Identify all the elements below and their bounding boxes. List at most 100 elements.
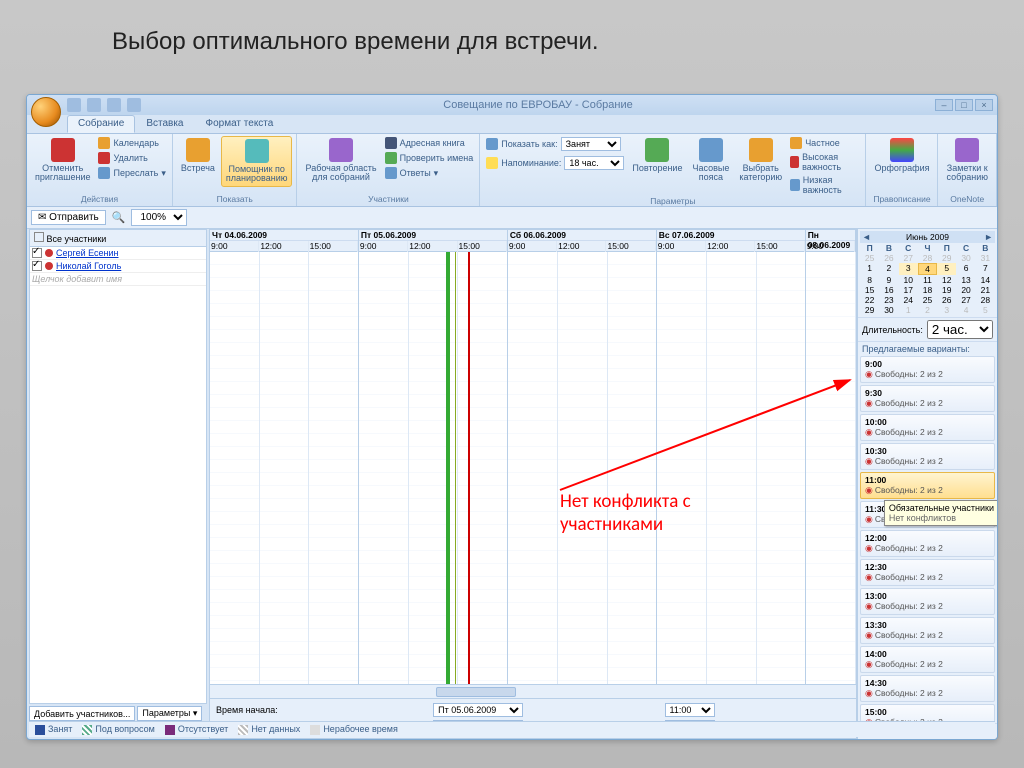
time-slot[interactable]: 12:00◉Свободны: 2 из 2 (860, 530, 995, 557)
calendar-day[interactable]: 30 (879, 305, 898, 315)
meeting-workspace-button[interactable]: Рабочая область для собраний (301, 136, 380, 185)
calendar-day[interactable]: 2 (879, 263, 898, 275)
calendar-day[interactable]: 16 (879, 285, 898, 295)
time-slot[interactable]: 11:00◉Свободны: 2 из 2 (860, 472, 995, 499)
forward-button[interactable]: Переслать ▾ (96, 166, 167, 180)
calendar-day[interactable]: 7 (976, 263, 995, 275)
time-slot[interactable]: 9:30◉Свободны: 2 из 2 (860, 385, 995, 412)
start-time-select[interactable]: 11:00 (665, 703, 715, 717)
time-slot[interactable]: 10:30◉Свободны: 2 из 2 (860, 443, 995, 470)
calendar-day[interactable]: 1 (899, 305, 918, 315)
tab-format-text[interactable]: Формат текста (194, 115, 284, 133)
duration-select[interactable]: 2 час. (927, 320, 993, 339)
show-as-select[interactable]: Занят (561, 137, 621, 151)
add-participants-button[interactable]: Добавить участников... (29, 706, 135, 721)
calendar-day[interactable]: 25 (918, 295, 937, 305)
quick-access-toolbar[interactable] (67, 98, 141, 112)
options-button[interactable]: Параметры ▾ (137, 706, 202, 721)
calendar-day[interactable]: 24 (899, 295, 918, 305)
low-importance-button[interactable]: Низкая важность (788, 174, 861, 196)
calendar-day[interactable]: 15 (860, 285, 879, 295)
onenote-button[interactable]: Заметки к собранию (942, 136, 992, 185)
calendar-day[interactable]: 30 (956, 253, 975, 263)
tab-meeting[interactable]: Собрание (67, 115, 135, 133)
calendar-day[interactable]: 14 (976, 275, 995, 285)
time-slot[interactable]: 9:00◉Свободны: 2 из 2 (860, 356, 995, 383)
calendar-day[interactable]: 8 (860, 275, 879, 285)
calendar-day[interactable]: 18 (918, 285, 937, 295)
categorize-button[interactable]: Выбрать категорию (735, 136, 786, 185)
recurrence-button[interactable]: Повторение (628, 136, 686, 175)
calendar-day[interactable]: 4 (956, 305, 975, 315)
participant-row[interactable]: Николай Гоголь (30, 260, 206, 273)
calendar-day[interactable]: 26 (879, 253, 898, 263)
private-button[interactable]: Частное (788, 136, 861, 150)
calendar-day[interactable]: 11 (918, 275, 937, 285)
calendar-day[interactable]: 25 (860, 253, 879, 263)
calendar-day[interactable]: 21 (976, 285, 995, 295)
calendar-day[interactable]: 19 (937, 285, 956, 295)
calendar-day[interactable]: 28 (976, 295, 995, 305)
prev-month-icon[interactable]: ◄ (862, 232, 871, 242)
time-slot[interactable]: 14:30◉Свободны: 2 из 2 (860, 675, 995, 702)
calendar-day[interactable]: 26 (937, 295, 956, 305)
calendar-day[interactable]: 13 (956, 275, 975, 285)
start-date-select[interactable]: Пт 05.06.2009 (433, 703, 523, 717)
calendar-day[interactable]: 23 (879, 295, 898, 305)
calendar-day[interactable]: 12 (937, 275, 956, 285)
scheduling-assistant-button[interactable]: Помощник по планированию (221, 136, 293, 187)
time-slot[interactable]: 14:00◉Свободны: 2 из 2 (860, 646, 995, 673)
time-slot[interactable]: 10:00◉Свободны: 2 из 2 (860, 414, 995, 441)
calendar-day[interactable]: 5 (937, 263, 956, 275)
delete-button[interactable]: Удалить (96, 151, 167, 165)
end-marker[interactable] (468, 252, 470, 684)
calendar-day[interactable]: 31 (976, 253, 995, 263)
start-marker[interactable] (446, 252, 448, 684)
reminder-select[interactable]: 18 час. (564, 156, 624, 170)
add-name-hint[interactable]: Щелчок добавит имя (30, 273, 206, 286)
calendar-day[interactable]: 10 (899, 275, 918, 285)
next-month-icon[interactable]: ► (984, 232, 993, 242)
close-button[interactable]: × (975, 99, 993, 111)
calendar-day[interactable]: 6 (956, 263, 975, 275)
appointment-button[interactable]: Встреча (177, 136, 219, 175)
time-slot[interactable]: 12:30◉Свободны: 2 из 2 (860, 559, 995, 586)
maximize-button[interactable]: □ (955, 99, 973, 111)
calendar-day[interactable]: 27 (956, 295, 975, 305)
zoom-icon[interactable]: 🔍 (112, 211, 126, 224)
timeline-scrollbar[interactable] (210, 684, 856, 698)
timezones-button[interactable]: Часовые пояса (688, 136, 733, 185)
responses-button[interactable]: Ответы ▾ (383, 166, 476, 180)
tab-insert[interactable]: Вставка (135, 115, 194, 133)
date-navigator[interactable]: ◄Июнь 2009► ПВСЧПСВ252627282930311234567… (858, 229, 997, 317)
calendar-day[interactable]: 22 (860, 295, 879, 305)
participant-row[interactable]: Сергей Есенин (30, 247, 206, 260)
address-book-button[interactable]: Адресная книга (383, 136, 476, 150)
calendar-day[interactable]: 2 (918, 305, 937, 315)
cancel-invitation-button[interactable]: Отменить приглашение (31, 136, 94, 185)
calendar-day[interactable]: 3 (937, 305, 956, 315)
calendar-day[interactable]: 27 (899, 253, 918, 263)
time-slot[interactable]: 13:00◉Свободны: 2 из 2 (860, 588, 995, 615)
spelling-button[interactable]: Орфография (870, 136, 933, 175)
minimize-button[interactable]: – (935, 99, 953, 111)
check-names-button[interactable]: Проверить имена (383, 151, 476, 165)
calendar-day[interactable]: 3 (899, 263, 918, 275)
calendar-day[interactable]: 29 (860, 305, 879, 315)
calendar-day[interactable]: 9 (879, 275, 898, 285)
high-importance-button[interactable]: Высокая важность (788, 151, 861, 173)
office-orb[interactable] (31, 97, 61, 127)
calendar-day[interactable]: 5 (976, 305, 995, 315)
send-button[interactable]: ✉ Отправить (31, 210, 106, 225)
time-slot[interactable]: 13:30◉Свободны: 2 из 2 (860, 617, 995, 644)
calendar-day[interactable]: 1 (860, 263, 879, 275)
timeline-grid[interactable] (210, 252, 856, 684)
calendar-day[interactable]: 4 (918, 263, 937, 275)
calendar-button[interactable]: Календарь (96, 136, 167, 150)
calendar-day[interactable]: 28 (918, 253, 937, 263)
reminder-row: Напоминание: 18 час. (484, 155, 626, 171)
calendar-day[interactable]: 20 (956, 285, 975, 295)
calendar-day[interactable]: 29 (937, 253, 956, 263)
calendar-day[interactable]: 17 (899, 285, 918, 295)
zoom-select[interactable]: 100% (131, 209, 187, 226)
